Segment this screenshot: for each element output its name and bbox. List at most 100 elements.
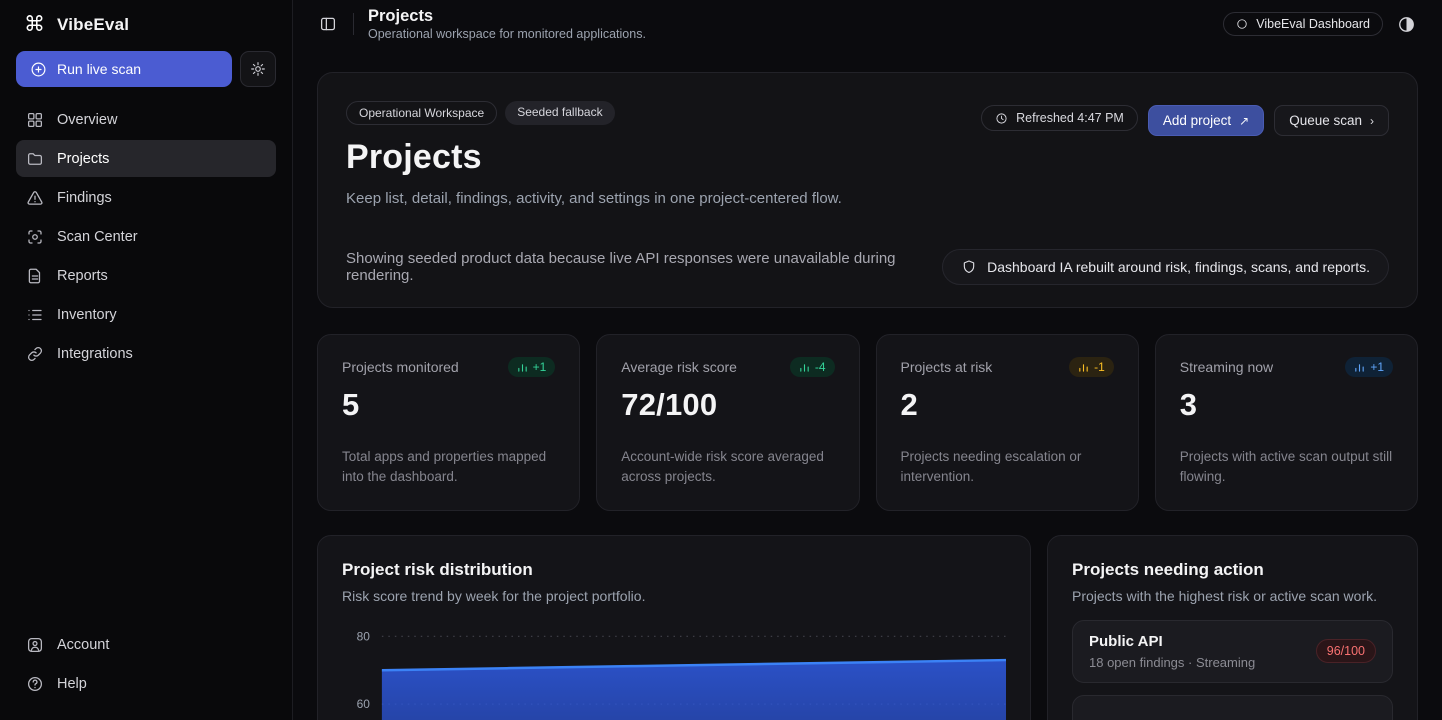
stat-label: Streaming now [1180,359,1273,375]
stat-card-streaming-now: Streaming now +1 3 Projects with active … [1155,334,1418,511]
workspace-chip: Operational Workspace [346,101,497,125]
delta-badge: +1 [508,357,556,377]
list-item-public-api[interactable]: Public API 18 open findings · Streaming … [1072,620,1393,683]
clock-icon [995,112,1008,125]
projects-needing-action-card: Projects needing action Projects with th… [1047,535,1418,720]
trend-icon [1078,362,1089,373]
user-icon [26,636,44,654]
sidebar-nav: Overview Projects Findings Scan Center [16,101,276,372]
help-circle-icon [26,675,44,693]
sidebar-toggle-button[interactable] [319,14,339,34]
hero-card: Operational Workspace Seeded fallback Pr… [317,72,1418,308]
queue-scan-button[interactable]: Queue scan › [1274,105,1389,136]
stat-card-projects-at-risk: Projects at risk -1 2 Projects needing e… [876,334,1139,511]
trend-icon [1354,362,1365,373]
circle-icon [1236,18,1248,30]
sidebar-item-label: Integrations [57,346,133,362]
trend-icon [799,362,810,373]
sidebar: ⌘ VibeEval Run live scan Overview [0,0,293,720]
grid-icon [26,111,44,129]
app-root: ⌘ VibeEval Run live scan Overview [0,0,1442,720]
stat-label: Projects monitored [342,359,459,375]
content-area: Operational Workspace Seeded fallback Pr… [293,48,1442,720]
stat-description: Total apps and properties mapped into th… [342,447,555,488]
sidebar-item-scan-center[interactable]: Scan Center [16,218,276,255]
action-card-subtitle: Projects with the highest risk or active… [1072,588,1393,604]
app-name: VibeEval [57,15,129,35]
stat-card-average-risk: Average risk score -4 72/100 Account-wid… [596,334,859,511]
dashboard-badge[interactable]: VibeEval Dashboard [1223,12,1383,36]
sidebar-item-label: Reports [57,268,108,284]
seeded-fallback-chip: Seeded fallback [505,101,614,125]
project-meta: 18 open findings · Streaming [1089,655,1255,670]
action-card-title: Projects needing action [1072,560,1393,580]
chevron-right-icon: › [1370,114,1374,128]
delta-badge: -1 [1069,357,1114,377]
page-subtitle: Operational workspace for monitored appl… [368,27,646,41]
list-icon [26,306,44,324]
plus-circle-icon [30,61,47,78]
link-icon [26,345,44,363]
run-live-scan-button[interactable]: Run live scan [16,51,232,87]
sidebar-item-label: Projects [57,151,109,167]
sidebar-item-inventory[interactable]: Inventory [16,296,276,333]
folder-icon [26,150,44,168]
stat-card-projects-monitored: Projects monitored +1 5 Total apps and p… [317,334,580,511]
project-name: Public API [1089,633,1255,650]
external-arrow-icon: ↗ [1239,114,1249,128]
sidebar-item-account[interactable]: Account [16,626,276,663]
delta-badge: +1 [1345,357,1393,377]
chart-subtitle: Risk score trend by week for the project… [342,588,1006,604]
scan-settings-button[interactable] [240,51,276,87]
seeded-data-notice: Showing seeded product data because live… [346,250,918,284]
theme-toggle-button[interactable] [1397,15,1416,34]
chart-title: Project risk distribution [342,560,1006,580]
run-live-scan-label: Run live scan [57,61,141,77]
stat-label: Average risk score [621,359,737,375]
hero-subtitle: Keep list, detail, findings, activity, a… [346,190,842,207]
stat-description: Projects needing escalation or intervent… [901,447,1114,488]
app-logo: ⌘ VibeEval [16,0,276,51]
stat-value: 2 [901,387,1114,423]
top-bar: Projects Operational workspace for monit… [293,0,1442,48]
sidebar-item-label: Inventory [57,307,117,323]
trend-icon [517,362,528,373]
refreshed-label: Refreshed 4:47 PM [1016,111,1124,125]
action-list: Public API 18 open findings · Streaming … [1072,620,1393,720]
sidebar-item-projects[interactable]: Projects [16,140,276,177]
hero-left: Operational Workspace Seeded fallback Pr… [346,101,842,207]
list-item[interactable] [1072,695,1393,720]
add-project-label: Add project [1163,113,1231,128]
page-title: Projects [368,7,646,27]
stat-value: 3 [1180,387,1393,423]
callout-text: Dashboard IA rebuilt around risk, findin… [987,259,1370,275]
delta-badge: -4 [790,357,835,377]
sidebar-item-overview[interactable]: Overview [16,101,276,138]
shield-icon [961,259,977,275]
dashboard-callout-pill: Dashboard IA rebuilt around risk, findin… [942,249,1389,285]
risk-score-badge: 96/100 [1316,639,1376,663]
contrast-icon [1397,15,1416,34]
stat-value: 72/100 [621,387,834,423]
sidebar-item-label: Help [57,676,87,692]
sidebar-item-label: Scan Center [57,229,138,245]
file-text-icon [26,267,44,285]
main-area: Projects Operational workspace for monit… [293,0,1442,720]
sidebar-item-label: Findings [57,190,112,206]
add-project-button[interactable]: Add project ↗ [1148,105,1264,136]
stat-label: Projects at risk [901,359,993,375]
page-heading: Projects Operational workspace for monit… [368,7,646,42]
sidebar-footer: Account Help [16,626,276,702]
sidebar-panel-icon [319,15,337,33]
command-icon: ⌘ [24,14,45,35]
stat-description: Account-wide risk score averaged across … [621,447,834,488]
scan-icon [26,228,44,246]
alert-triangle-icon [26,189,44,207]
sidebar-item-reports[interactable]: Reports [16,257,276,294]
sidebar-item-label: Overview [57,112,117,128]
sidebar-item-help[interactable]: Help [16,665,276,702]
sidebar-item-integrations[interactable]: Integrations [16,335,276,372]
stat-value: 5 [342,387,555,423]
divider [353,13,354,35]
sidebar-item-findings[interactable]: Findings [16,179,276,216]
